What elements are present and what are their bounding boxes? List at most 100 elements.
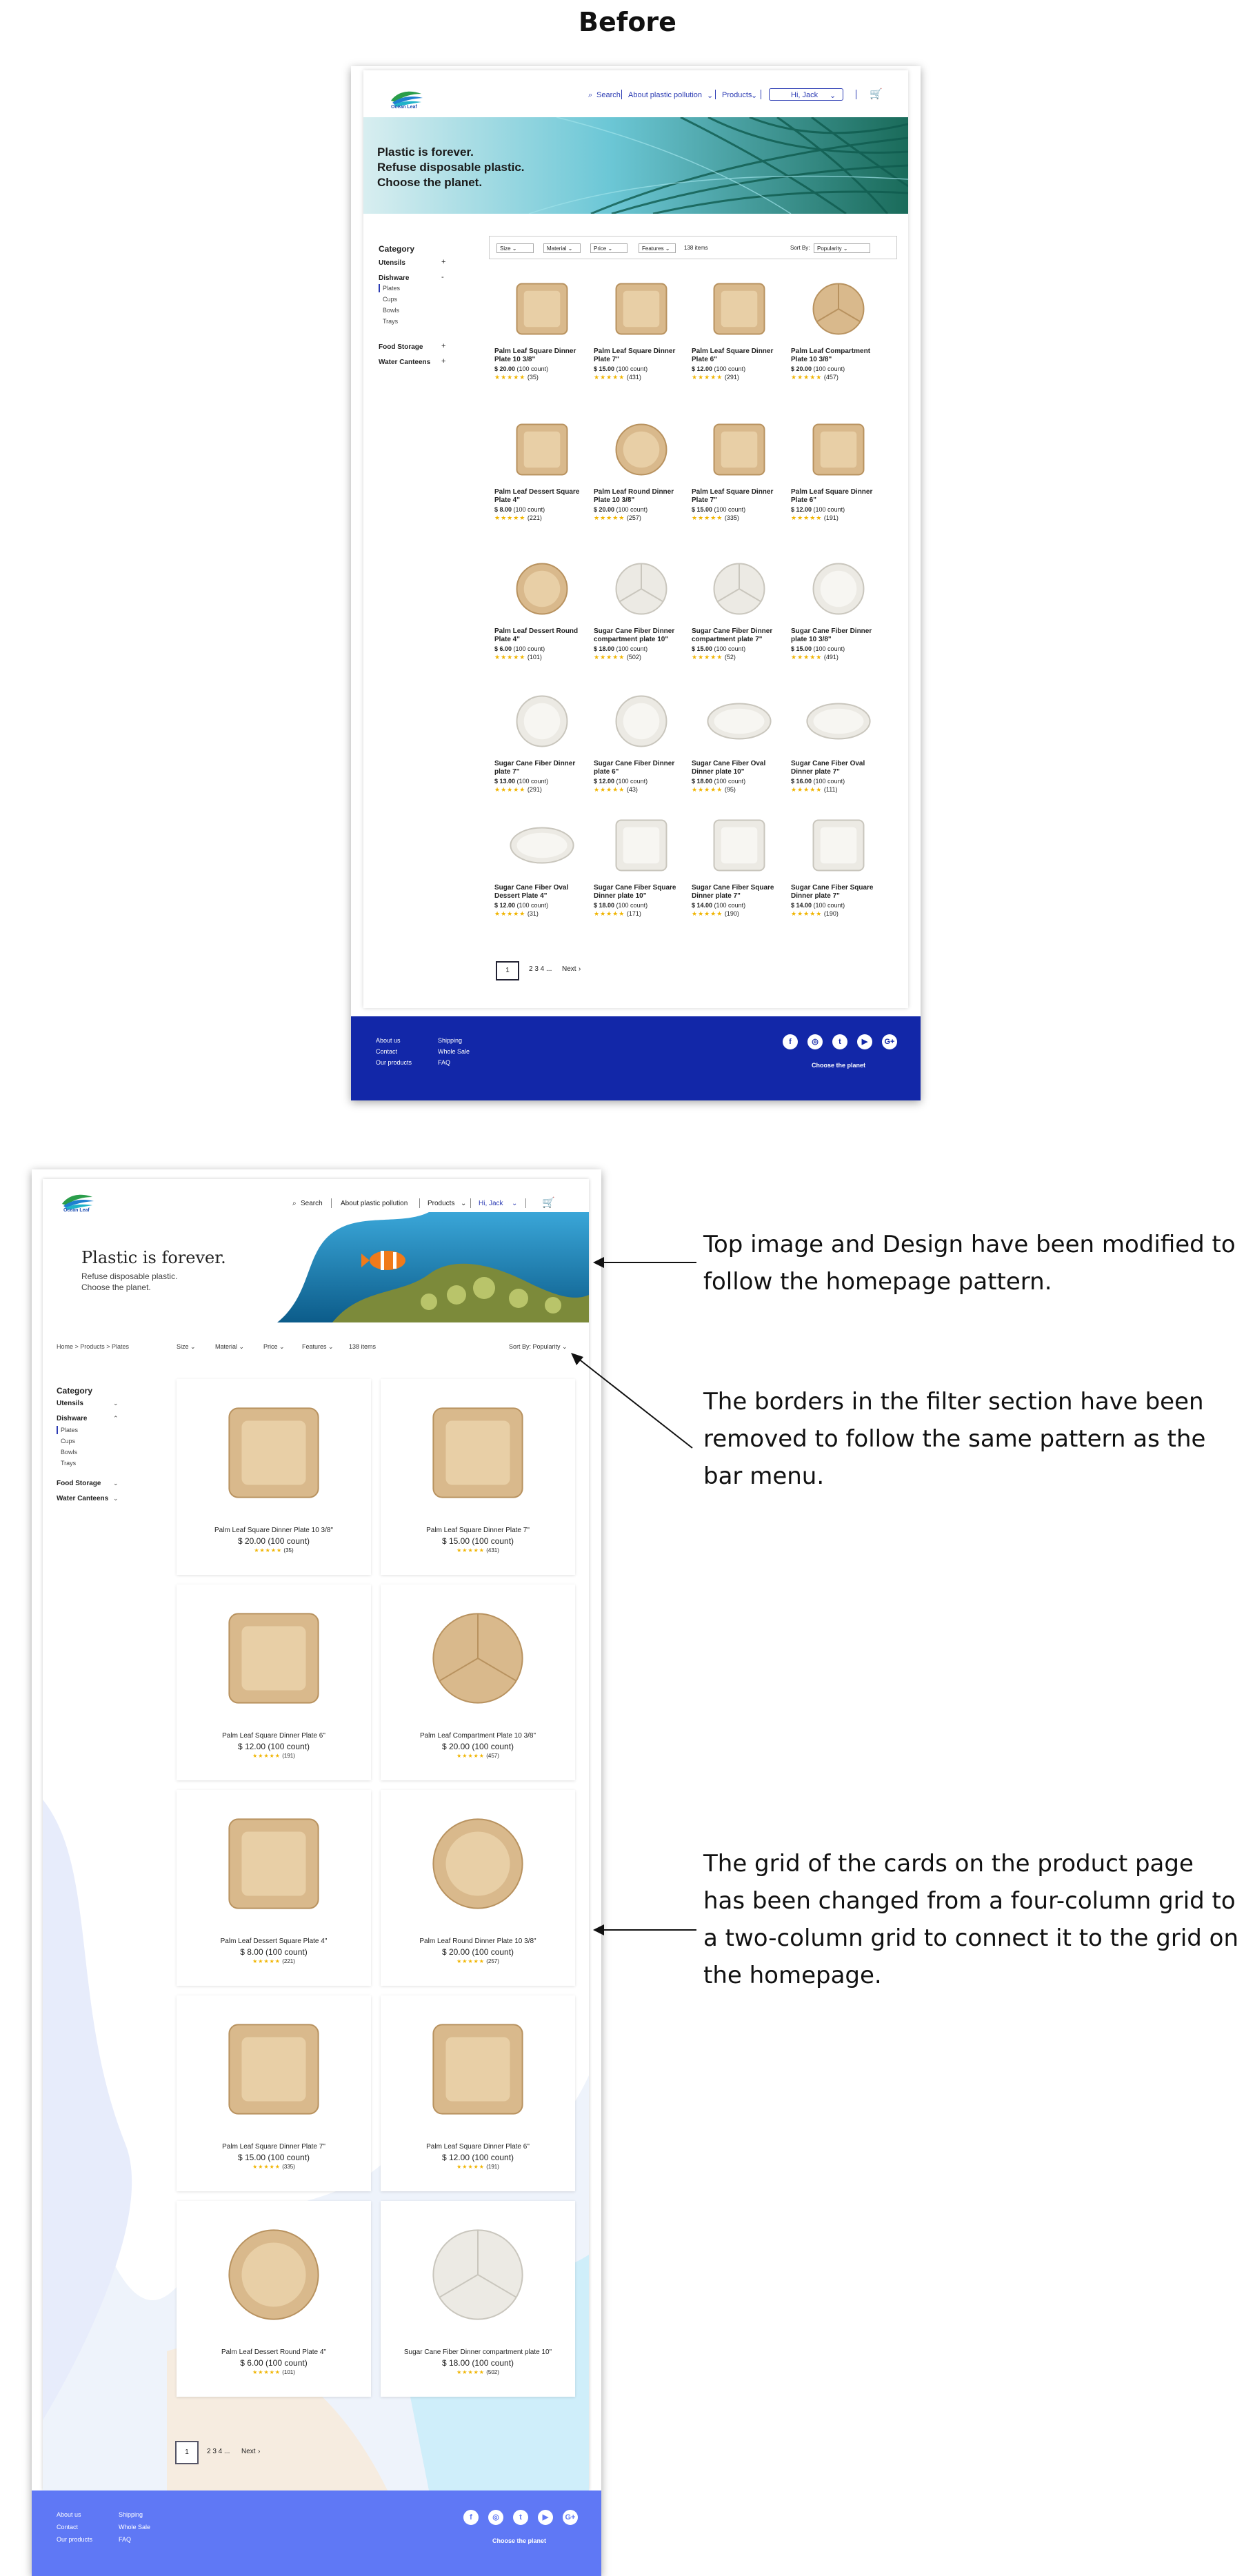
material-filter[interactable]: Material ⌄ — [543, 243, 581, 253]
product-name[interactable]: Sugar Cane Fiber Dinner plate 6" — [594, 760, 689, 776]
product-image[interactable] — [692, 416, 787, 483]
product-card[interactable]: Palm Leaf Dessert Square Plate 4" $ 8.00… — [177, 1790, 371, 1986]
product-card[interactable]: Palm Leaf Square Dinner Plate 7" $ 15.00… — [177, 1995, 371, 2191]
features-filter[interactable]: Features ⌄ — [302, 1343, 334, 1351]
product-image[interactable] — [791, 812, 886, 878]
sidebar-item-cups[interactable]: Cups — [383, 296, 397, 303]
product-name[interactable]: Sugar Cane Fiber Oval Dinner plate 7" — [791, 760, 886, 776]
products-link[interactable]: Products — [722, 91, 752, 99]
product-image[interactable] — [791, 556, 886, 622]
product-card[interactable]: Palm Leaf Square Dinner Plate 10 3/8" $ … — [494, 276, 590, 400]
footer-link-wholesale[interactable]: Whole Sale — [119, 2524, 150, 2530]
product-card[interactable]: Sugar Cane Fiber Dinner plate 10 3/8" $ … — [791, 556, 886, 680]
product-name[interactable]: Palm Leaf Square Dinner Plate 7" — [177, 2143, 371, 2151]
sidebar-item-plates[interactable]: Plates — [61, 1427, 78, 1433]
product-card[interactable]: Palm Leaf Round Dinner Plate 10 3/8" $ 2… — [594, 416, 689, 541]
cart-icon[interactable]: 🛒 — [542, 1196, 555, 1209]
product-card[interactable]: Palm Leaf Dessert Round Plate 4" $ 6.00 … — [177, 2201, 371, 2397]
product-card[interactable]: Sugar Cane Fiber Oval Dinner plate 10" $… — [692, 688, 787, 812]
product-image[interactable] — [494, 812, 590, 878]
youtube-icon[interactable]: ▶ — [857, 1034, 872, 1049]
product-name[interactable]: Sugar Cane Fiber Dinner plate 10 3/8" — [791, 627, 886, 644]
product-card[interactable]: Sugar Cane Fiber Dinner plate 7" $ 13.00… — [494, 688, 590, 812]
breadcrumb[interactable]: Home > Products > Plates — [57, 1343, 129, 1350]
product-image[interactable] — [409, 1394, 547, 1511]
facebook-icon[interactable]: f — [463, 2510, 479, 2525]
product-name[interactable]: Palm Leaf Square Dinner Plate 6" — [381, 2143, 575, 2151]
product-card[interactable]: Palm Leaf Dessert Square Plate 4" $ 8.00… — [494, 416, 590, 541]
product-card[interactable]: Palm Leaf Dessert Round Plate 4" $ 6.00 … — [494, 556, 590, 680]
product-image[interactable] — [494, 556, 590, 622]
product-name[interactable]: Palm Leaf Dessert Square Plate 4" — [177, 1938, 371, 1945]
product-card[interactable]: Palm Leaf Square Dinner Plate 6" $ 12.00… — [381, 1995, 575, 2191]
product-image[interactable] — [494, 416, 590, 483]
product-card[interactable]: Palm Leaf Square Dinner Plate 6" $ 12.00… — [791, 416, 886, 541]
page-links[interactable]: 2 3 4 ... — [529, 965, 552, 973]
size-filter[interactable]: Size ⌄ — [496, 243, 534, 253]
footer-link-products[interactable]: Our products — [57, 2536, 92, 2543]
footer-link-products[interactable]: Our products — [376, 1059, 412, 1066]
product-name[interactable]: Palm Leaf Round Dinner Plate 10 3/8" — [381, 1938, 575, 1945]
size-filter[interactable]: Size ⌄ — [177, 1343, 196, 1351]
footer-link-faq[interactable]: FAQ — [438, 1059, 450, 1066]
product-name[interactable]: Palm Leaf Compartment Plate 10 3/8" — [381, 1732, 575, 1740]
search-link[interactable]: Search — [596, 91, 621, 99]
footer-link-contact[interactable]: Contact — [57, 2524, 78, 2530]
twitter-icon[interactable]: t — [513, 2510, 528, 2525]
expand-icon[interactable]: + — [441, 357, 445, 365]
product-card[interactable]: Palm Leaf Square Dinner Plate 7" $ 15.00… — [692, 416, 787, 541]
product-name[interactable]: Sugar Cane Fiber Square Dinner plate 7" — [692, 884, 787, 900]
search-icon[interactable]: ⌕ — [292, 1200, 297, 1207]
next-link[interactable]: Next — [562, 965, 576, 973]
expand-icon[interactable]: + — [441, 258, 445, 266]
product-name[interactable]: Palm Leaf Square Dinner Plate 6" — [692, 348, 787, 364]
sort-select[interactable]: Sort By: Popularity ⌄ — [509, 1343, 568, 1351]
product-name[interactable]: Palm Leaf Square Dinner Plate 10 3/8" — [494, 348, 590, 364]
sidebar-item-plates[interactable]: Plates — [383, 285, 400, 292]
page-links[interactable]: 2 3 4 ... — [207, 2448, 230, 2455]
product-card[interactable]: Sugar Cane Fiber Oval Dessert Plate 4" $… — [494, 812, 590, 936]
sidebar-item-bowls[interactable]: Bowls — [383, 307, 399, 314]
next-link[interactable]: Next — [241, 2448, 256, 2455]
sidebar-item-dishware[interactable]: Dishware — [379, 274, 409, 282]
sidebar-item-cups[interactable]: Cups — [61, 1438, 75, 1445]
product-image[interactable] — [594, 556, 689, 622]
expand-icon[interactable]: + — [441, 342, 445, 350]
product-name[interactable]: Palm Leaf Dessert Round Plate 4" — [177, 2348, 371, 2356]
product-image[interactable] — [692, 556, 787, 622]
footer-link-about[interactable]: About us — [57, 2511, 81, 2518]
product-name[interactable]: Palm Leaf Square Dinner Plate 7" — [692, 488, 787, 505]
chevron-down-icon[interactable]: ⌄ — [113, 1480, 119, 1487]
product-card[interactable]: Sugar Cane Fiber Dinner compartment plat… — [594, 556, 689, 680]
sidebar-item-trays[interactable]: Trays — [383, 318, 398, 325]
products-link[interactable]: Products — [428, 1200, 454, 1207]
sidebar-item-utensils[interactable]: Utensils — [379, 259, 405, 267]
product-name[interactable]: Palm Leaf Round Dinner Plate 10 3/8" — [594, 488, 689, 505]
product-name[interactable]: Sugar Cane Fiber Oval Dessert Plate 4" — [494, 884, 590, 900]
footer-link-shipping[interactable]: Shipping — [119, 2511, 143, 2518]
product-name[interactable]: Sugar Cane Fiber Dinner plate 7" — [494, 760, 590, 776]
product-name[interactable]: Palm Leaf Square Dinner Plate 10 3/8" — [177, 1527, 371, 1534]
product-name[interactable]: Palm Leaf Dessert Square Plate 4" — [494, 488, 590, 505]
product-card[interactable]: Palm Leaf Round Dinner Plate 10 3/8" $ 2… — [381, 1790, 575, 1986]
product-name[interactable]: Palm Leaf Dessert Round Plate 4" — [494, 627, 590, 644]
product-image[interactable] — [205, 1805, 343, 1922]
sidebar-item-utensils[interactable]: Utensils — [57, 1400, 83, 1407]
product-card[interactable]: Sugar Cane Fiber Square Dinner plate 7" … — [692, 812, 787, 936]
youtube-icon[interactable]: ▶ — [538, 2510, 553, 2525]
product-name[interactable]: Sugar Cane Fiber Square Dinner plate 10" — [594, 884, 689, 900]
product-image[interactable] — [594, 276, 689, 342]
twitter-icon[interactable]: t — [832, 1034, 847, 1049]
product-card[interactable]: Palm Leaf Square Dinner Plate 6" $ 12.00… — [692, 276, 787, 400]
product-name[interactable]: Palm Leaf Compartment Plate 10 3/8" — [791, 348, 886, 364]
product-image[interactable] — [205, 2216, 343, 2333]
product-image[interactable] — [494, 276, 590, 342]
google-plus-icon[interactable]: G+ — [563, 2510, 578, 2525]
instagram-icon[interactable]: ◎ — [807, 1034, 823, 1049]
product-card[interactable]: Sugar Cane Fiber Oval Dinner plate 7" $ … — [791, 688, 886, 812]
sort-select[interactable]: Popularity ⌄ — [814, 243, 870, 253]
product-image[interactable] — [409, 2011, 547, 2128]
collapse-icon[interactable]: - — [441, 273, 444, 281]
product-name[interactable]: Palm Leaf Square Dinner Plate 7" — [594, 348, 689, 364]
sidebar-item-dishware[interactable]: Dishware — [57, 1415, 87, 1422]
